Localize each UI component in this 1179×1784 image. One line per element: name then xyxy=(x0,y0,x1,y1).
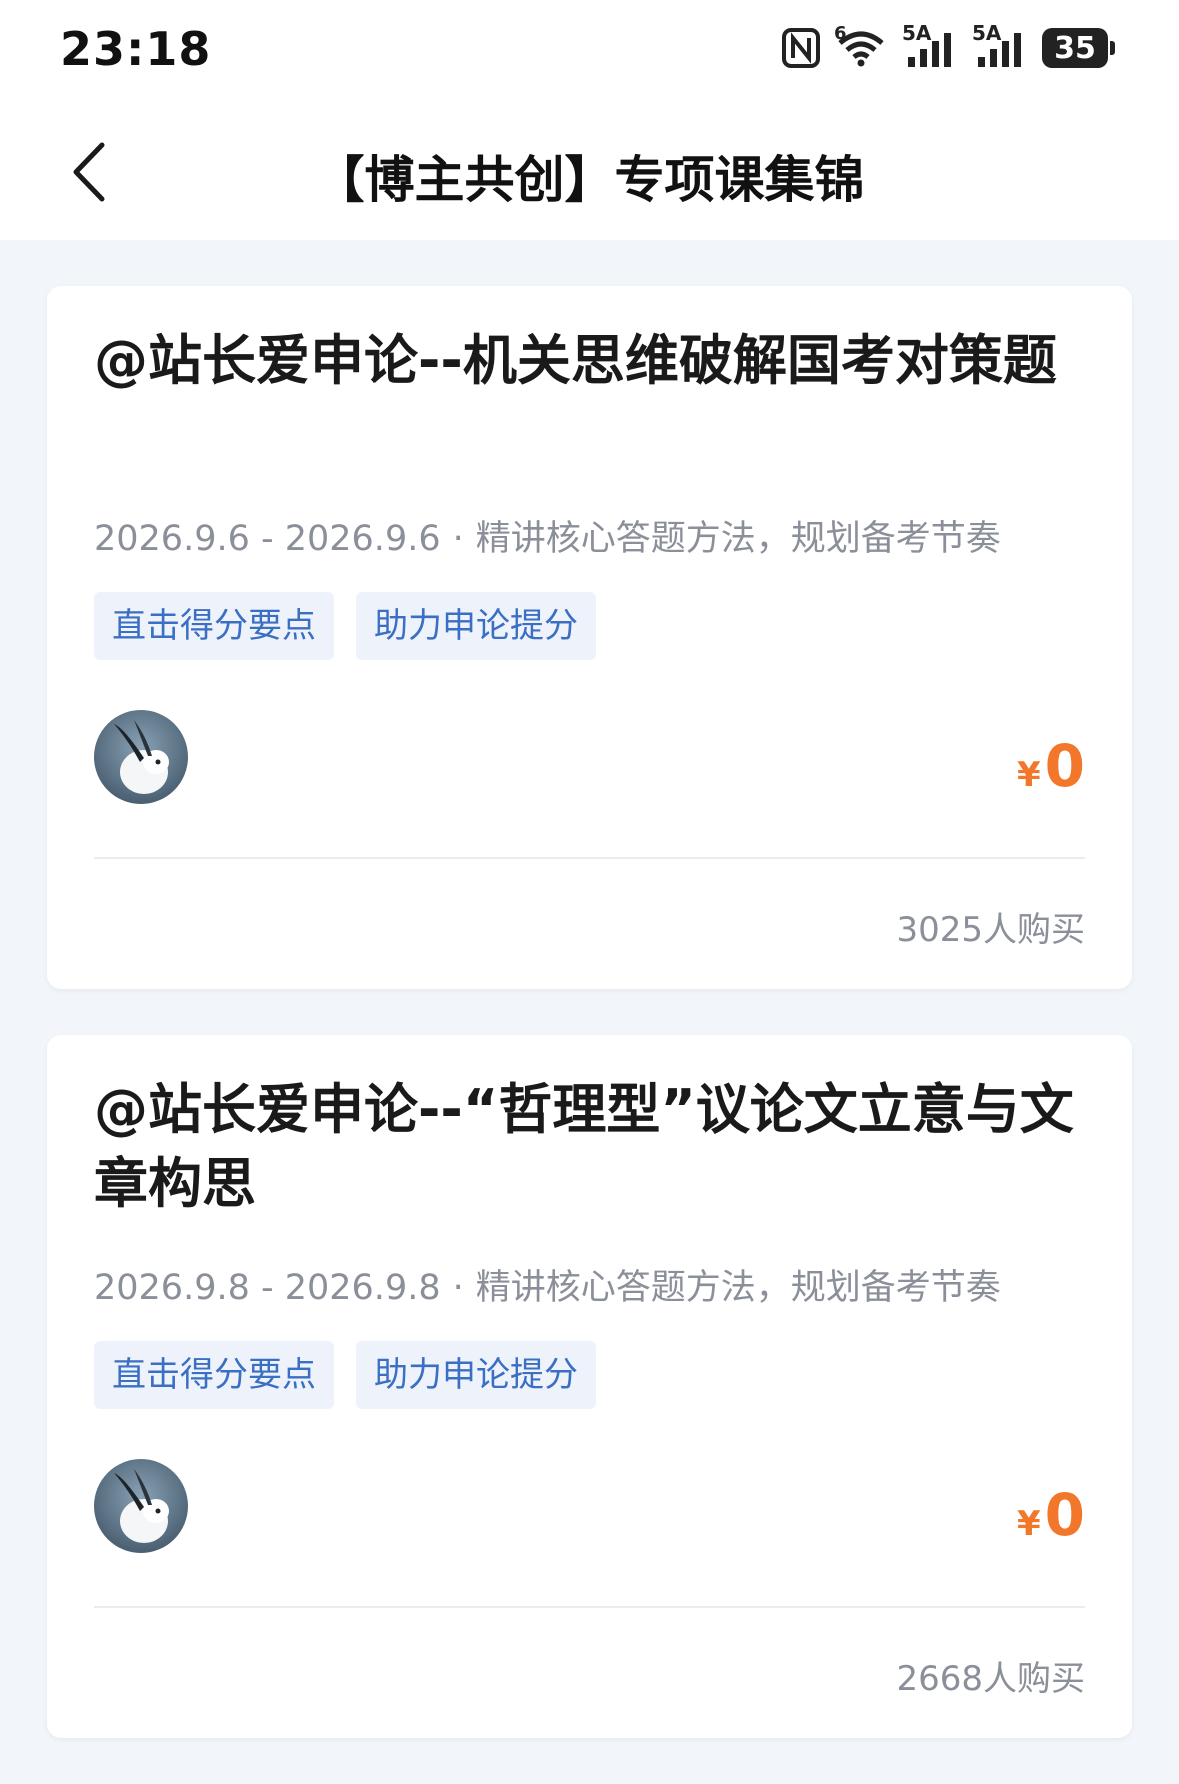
course-meta: 2026.9.6 - 2026.9.6 · 精讲核心答题方法，规划备考节奏 xyxy=(94,510,1001,561)
course-title: @站长爱申论--“哲理型”议论文立意与文章构思 xyxy=(94,1078,1074,1215)
nfc-icon xyxy=(782,28,820,68)
course-description: 精讲核心答题方法，规划备考节奏 xyxy=(475,1268,1001,1308)
buyer-count: 2668人购买 xyxy=(896,1659,1085,1699)
course-description: 精讲核心答题方法，规划备考节奏 xyxy=(475,519,1001,559)
course-date: 2026.9.8 - 2026.9.8 xyxy=(94,1268,441,1308)
status-icons: 6 5A 5A 35 xyxy=(782,21,1115,68)
currency-symbol: ¥ xyxy=(1016,1504,1041,1544)
divider xyxy=(94,1606,1085,1608)
avatar[interactable] xyxy=(94,710,188,804)
rabbit-avatar-icon xyxy=(114,720,169,794)
course-date: 2026.9.6 - 2026.9.6 xyxy=(94,519,441,559)
rabbit-avatar-icon xyxy=(114,1469,169,1543)
course-title: @站长爱申论--机关思维破解国考对策题 xyxy=(94,329,1057,392)
course-tag: 助力申论提分 xyxy=(356,592,596,660)
signal-icon-2: 5A xyxy=(972,21,1026,67)
nav-bar: 【博主共创】专项课集锦 xyxy=(0,108,1179,240)
price-amount: 0 xyxy=(1044,732,1085,800)
currency-symbol: ¥ xyxy=(1016,755,1041,795)
wifi-icon: 6 xyxy=(834,23,886,67)
battery-icon: 35 xyxy=(1042,28,1115,68)
buyer-count: 3025人购买 xyxy=(896,910,1085,950)
tag-row: 直击得分要点 助力申论提分 xyxy=(94,592,596,660)
price-amount: 0 xyxy=(1044,1481,1085,1549)
course-price: ¥0 xyxy=(1017,1481,1085,1549)
course-tag: 直击得分要点 xyxy=(94,592,334,660)
signal-label-2: 5A xyxy=(972,21,1002,45)
tag-row: 直击得分要点 助力申论提分 xyxy=(94,1341,596,1409)
battery-level: 35 xyxy=(1042,28,1108,68)
course-meta: 2026.9.8 - 2026.9.8 · 精讲核心答题方法，规划备考节奏 xyxy=(94,1259,1001,1310)
avatar[interactable] xyxy=(94,1459,188,1553)
status-time: 23:18 xyxy=(60,22,212,76)
battery-tip xyxy=(1110,41,1115,55)
course-card[interactable]: @站长爱申论--机关思维破解国考对策题 2026.9.6 - 2026.9.6 ·… xyxy=(47,286,1132,989)
course-tag: 助力申论提分 xyxy=(356,1341,596,1409)
meta-separator: · xyxy=(452,1268,464,1308)
course-tag: 直击得分要点 xyxy=(94,1341,334,1409)
course-list: @站长爱申论--机关思维破解国考对策题 2026.9.6 - 2026.9.6 ·… xyxy=(47,286,1132,1784)
course-price: ¥0 xyxy=(1017,732,1085,800)
divider xyxy=(94,857,1085,859)
wifi-badge: 6 xyxy=(834,23,847,44)
course-card[interactable]: @站长爱申论--“哲理型”议论文立意与文章构思 2026.9.8 - 2026.… xyxy=(47,1035,1132,1738)
page-title: 【博主共创】专项课集锦 xyxy=(314,151,865,209)
meta-separator: · xyxy=(452,519,464,559)
signal-label: 5A xyxy=(902,21,932,45)
status-bar: 23:18 6 5A 5A 35 xyxy=(0,0,1179,108)
signal-icon: 5A xyxy=(902,21,956,67)
